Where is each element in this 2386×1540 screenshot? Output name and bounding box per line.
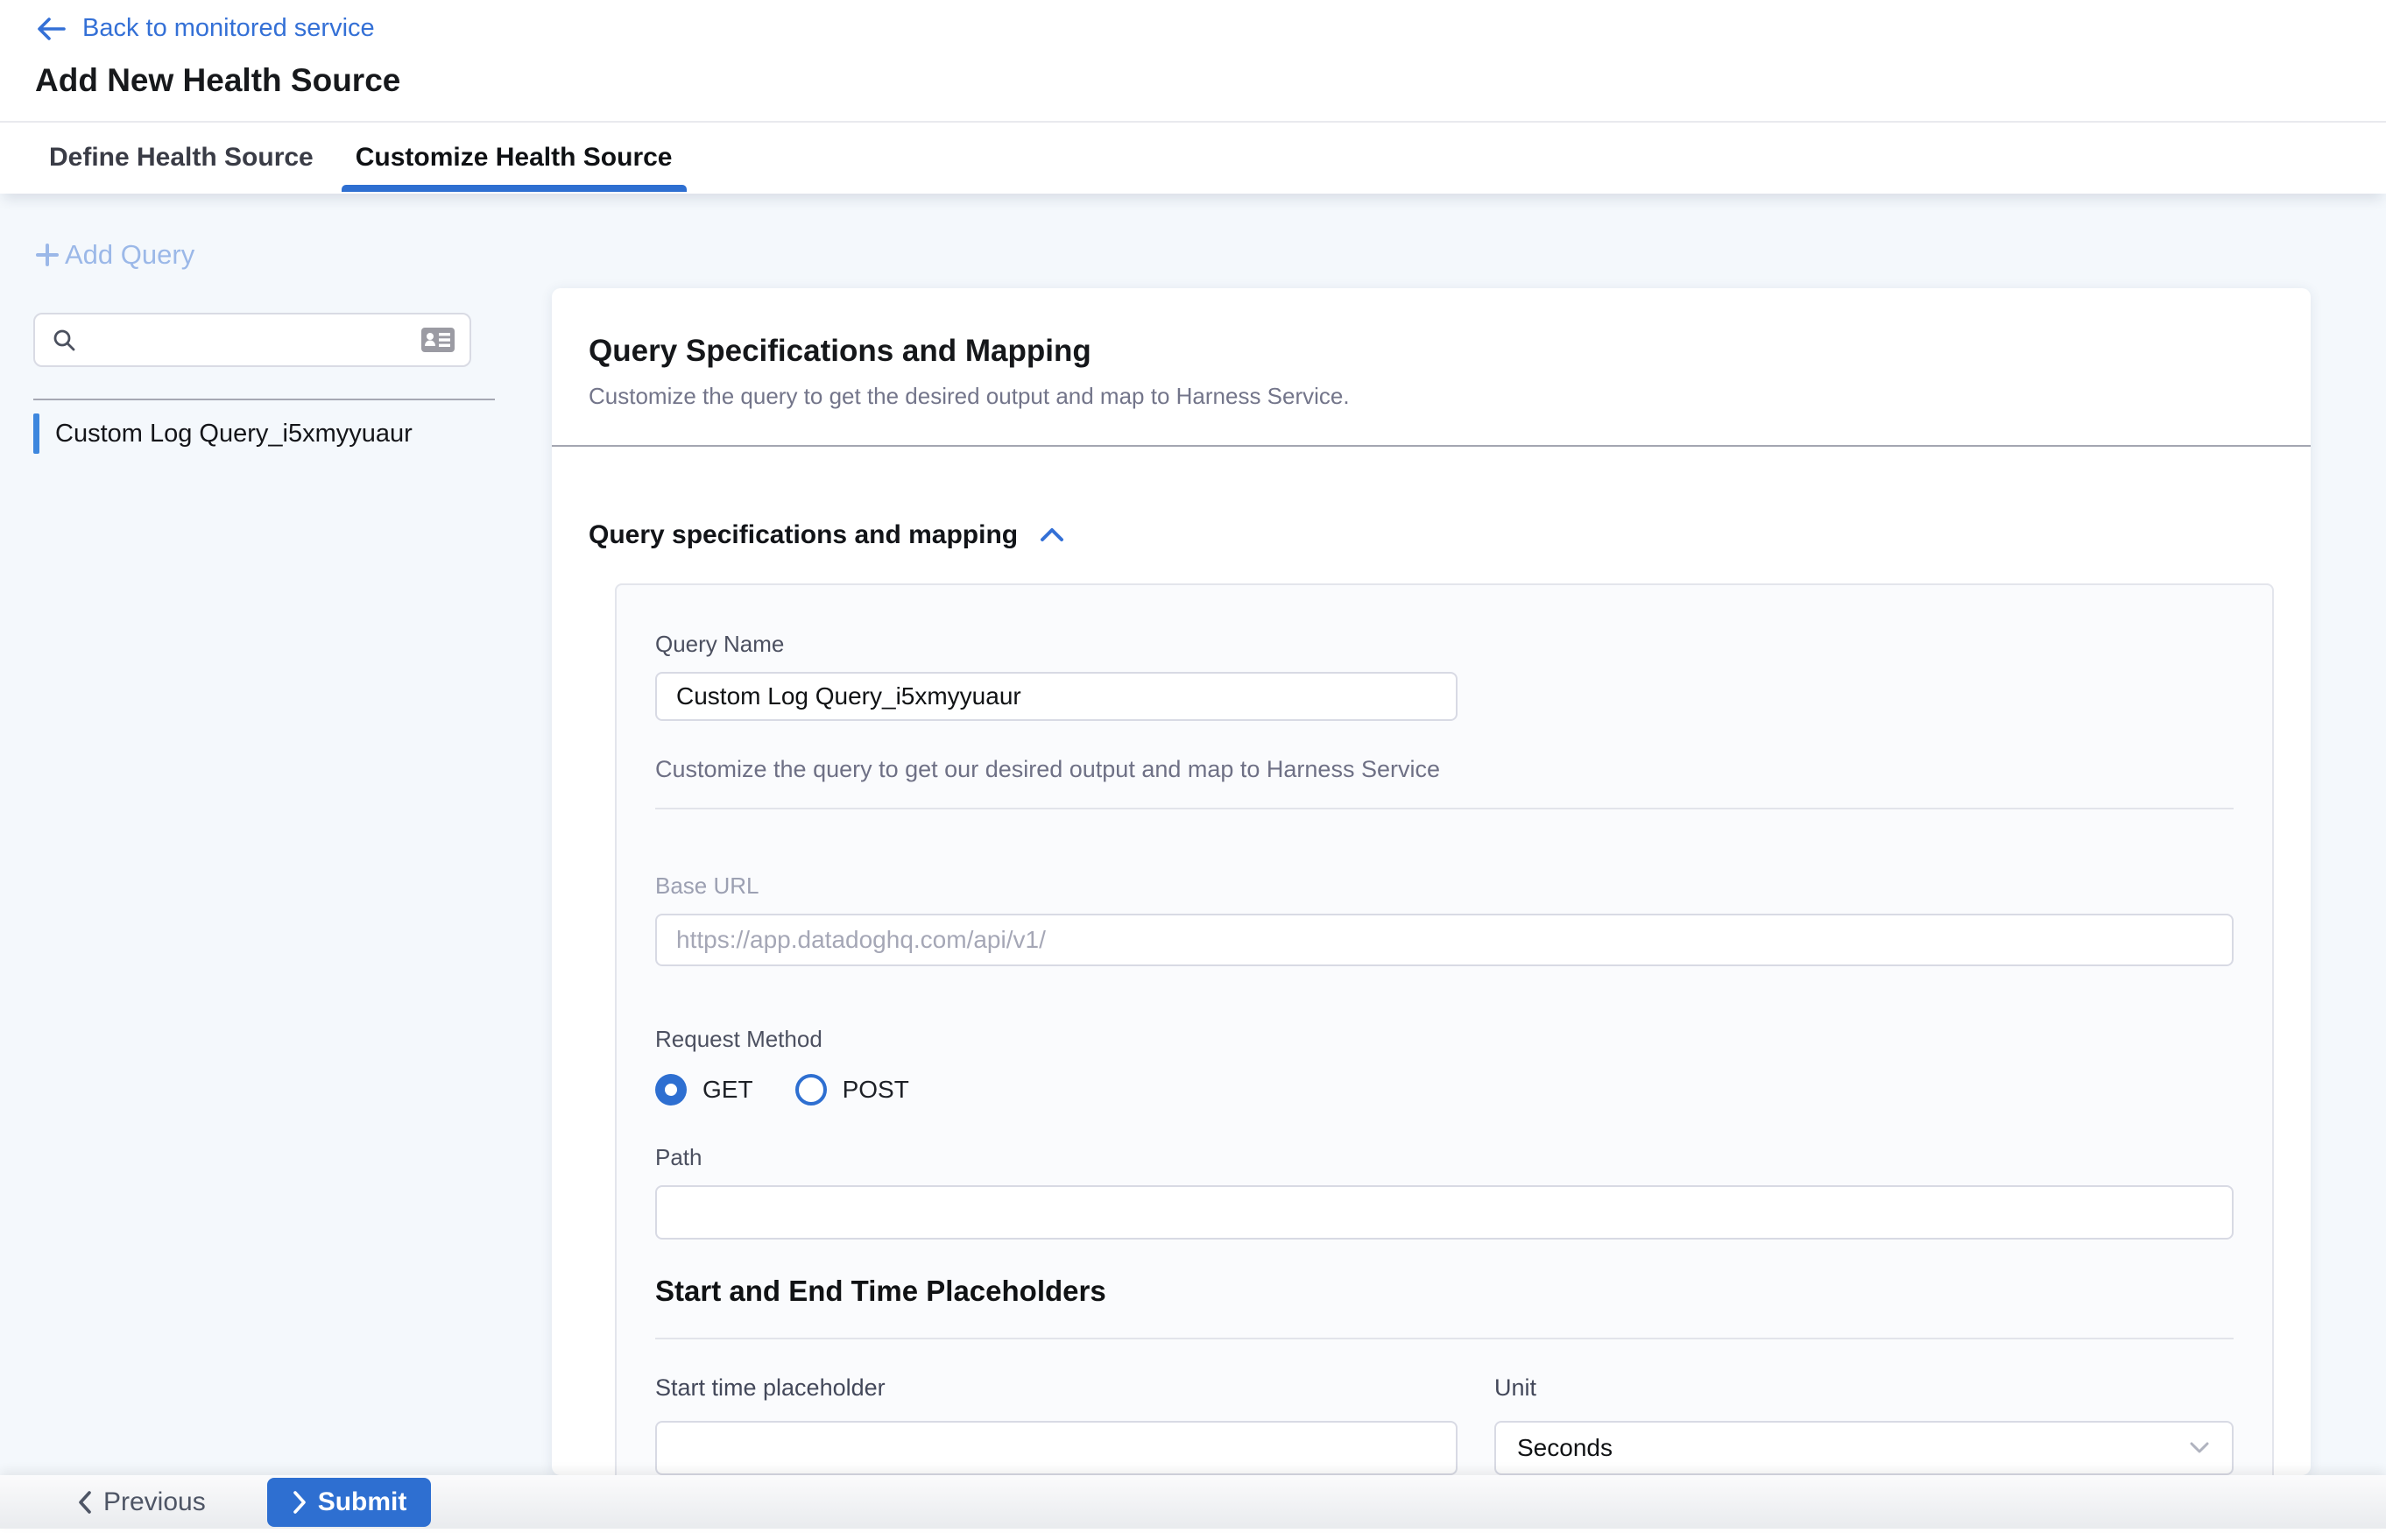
query-list: Custom Log Query_i5xmyyuaur [33, 406, 495, 462]
chevron-left-icon [77, 1489, 93, 1515]
page-header: Back to monitored service Add New Health… [0, 0, 2386, 194]
request-method-radio-group: GET POST [655, 1074, 2234, 1106]
radio-label: GET [702, 1076, 753, 1104]
time-placeholders-heading: Start and End Time Placeholders [655, 1275, 2234, 1308]
content-area: Add Query Custom Log Query_i5xmyyuaur [0, 194, 2386, 1475]
card-header-divider [552, 445, 2311, 447]
query-sidebar: Add Query Custom Log Query_i5xmyyuaur [0, 194, 552, 1475]
query-list-item[interactable]: Custom Log Query_i5xmyyuaur [33, 406, 495, 462]
section-title: Query specifications and mapping [589, 520, 1018, 550]
query-name-input[interactable] [655, 672, 1458, 721]
query-search-box [33, 313, 471, 367]
radio-label: POST [843, 1076, 909, 1104]
base-url-label: Base URL [655, 872, 2234, 900]
query-name-helper-text: Customize the query to get our desired o… [655, 756, 2234, 783]
back-arrow-icon [35, 16, 67, 42]
tab-label: Customize Health Source [356, 143, 673, 173]
unit-select[interactable]: Seconds [1494, 1421, 2234, 1475]
unit-select-value: Seconds [1517, 1434, 2188, 1462]
back-to-monitored-service-link[interactable]: Back to monitored service [35, 14, 2386, 43]
footer-bar: Previous Submit [0, 1475, 2386, 1529]
path-label: Path [655, 1144, 2234, 1171]
wizard-footer: Previous Submit [0, 1475, 2386, 1540]
chevron-down-icon [2188, 1440, 2211, 1456]
query-item-label: Custom Log Query_i5xmyyuaur [55, 420, 413, 449]
card-title: Query Specifications and Mapping [589, 334, 2274, 369]
unit-field: Unit Seconds [1494, 1374, 2234, 1475]
section-header[interactable]: Query specifications and mapping [589, 520, 2274, 550]
tab-label: Define Health Source [49, 143, 314, 173]
previous-button-label: Previous [103, 1487, 206, 1517]
tab-customize-health-source[interactable]: Customize Health Source [356, 123, 673, 192]
start-time-input[interactable] [655, 1421, 1458, 1475]
card-header: Query Specifications and Mapping Customi… [552, 288, 2311, 445]
radio-option-post[interactable]: POST [795, 1074, 909, 1106]
card-subtitle: Customize the query to get the desired o… [589, 383, 2274, 410]
id-card-icon[interactable] [420, 327, 455, 353]
request-method-label: Request Method [655, 1026, 2234, 1053]
active-tab-underline [342, 185, 687, 192]
query-mapping-card: Query Specifications and Mapping Customi… [552, 288, 2311, 1475]
form-divider [655, 1338, 2234, 1339]
add-query-button[interactable]: Add Query [33, 239, 194, 271]
card-body: Query specifications and mapping Query N… [552, 520, 2311, 1475]
chevron-right-icon [292, 1489, 307, 1515]
selected-query-indicator [33, 413, 39, 454]
start-time-label: Start time placeholder [655, 1374, 1458, 1402]
radio-selected-icon [655, 1074, 687, 1106]
previous-button[interactable]: Previous [77, 1487, 206, 1517]
base-url-input[interactable] [655, 914, 2234, 966]
chevron-up-icon[interactable] [1039, 526, 1065, 545]
path-input[interactable] [655, 1185, 2234, 1240]
header-top: Back to monitored service Add New Health… [0, 0, 2386, 123]
start-time-field: Start time placeholder [655, 1374, 1458, 1475]
submit-button-label: Submit [318, 1487, 407, 1517]
sidebar-divider [33, 399, 495, 400]
tab-bar: Define Health Source Customize Health So… [0, 123, 2386, 192]
plus-icon [33, 241, 61, 269]
unit-label: Unit [1494, 1374, 2234, 1402]
time-placeholder-row: Start time placeholder Unit Seconds [655, 1374, 2234, 1475]
query-name-label: Query Name [655, 631, 2234, 658]
search-icon [51, 327, 77, 353]
query-search-input[interactable] [88, 327, 420, 354]
radio-option-get[interactable]: GET [655, 1074, 753, 1106]
radio-unselected-icon [795, 1074, 827, 1106]
tab-define-health-source[interactable]: Define Health Source [49, 123, 314, 192]
submit-button[interactable]: Submit [267, 1478, 432, 1527]
query-spec-form: Query Name Customize the query to get ou… [615, 583, 2274, 1475]
form-divider [655, 808, 2234, 809]
back-link-label: Back to monitored service [82, 14, 375, 43]
page-title: Add New Health Source [35, 62, 2386, 99]
add-query-label: Add Query [65, 239, 194, 271]
